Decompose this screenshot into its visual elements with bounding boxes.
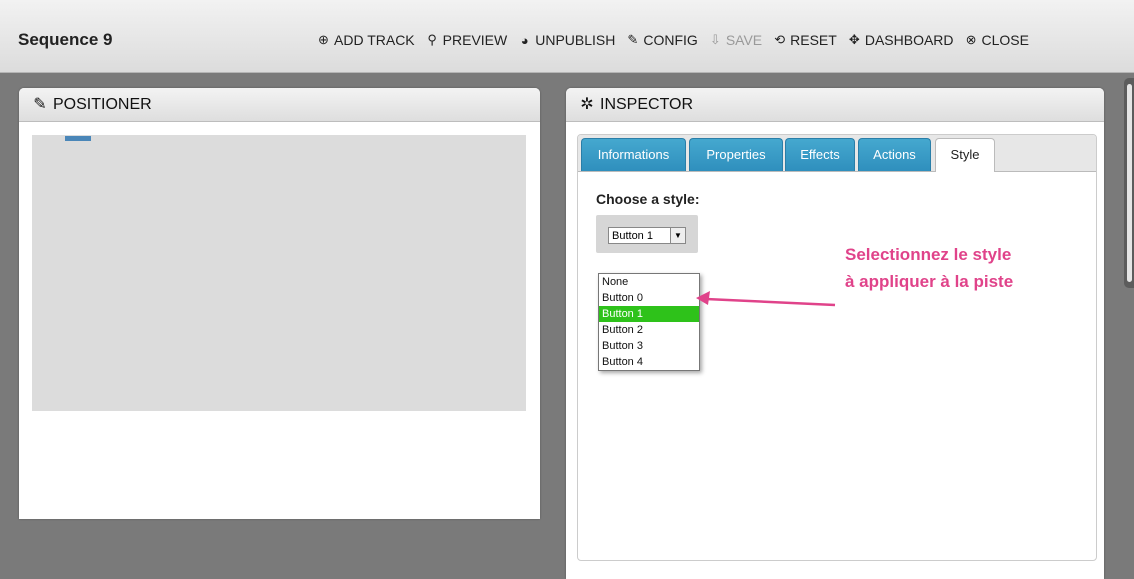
add-track-button[interactable]: ⊕ ADD TRACK xyxy=(316,32,415,48)
style-option[interactable]: Button 1 xyxy=(599,306,699,322)
reset-label: RESET xyxy=(790,32,837,48)
close-button[interactable]: ⊗ CLOSE xyxy=(964,32,1029,48)
gear-icon: ✲ xyxy=(580,96,594,113)
tab-effects[interactable]: Effects xyxy=(785,138,855,171)
preview-label: PREVIEW xyxy=(442,32,508,48)
top-toolbar: Sequence 9 ⊕ ADD TRACK ⚲ PREVIEW ◕ UNPUBLISH ✎… xyxy=(0,0,1134,73)
style-select[interactable]: Button 1 ▼ xyxy=(608,227,686,244)
close-label: CLOSE xyxy=(981,32,1029,48)
dashboard-label: DASHBOARD xyxy=(864,32,954,48)
unpublish-button[interactable]: ◕ UNPUBLISH xyxy=(517,32,616,48)
inspector-panel: ✲ INSPECTOR Informations Properties Effec… xyxy=(566,88,1104,579)
plus-circle-icon: ⊕ xyxy=(318,32,329,47)
style-option[interactable]: Button 2 xyxy=(599,322,699,338)
annotation-line-2: à appliquer à la piste xyxy=(845,272,1014,291)
inspector-header: ✲ INSPECTOR xyxy=(566,88,1104,122)
inspector-content: Informations Properties Effects Actions … xyxy=(577,134,1097,561)
annotation-text: Selectionnez le style à appliquer à la p… xyxy=(845,241,1065,295)
close-circle-icon: ⊗ xyxy=(965,32,977,47)
save-icon: ⇩ xyxy=(709,32,721,47)
wrench-icon: ✎ xyxy=(627,32,639,47)
style-option[interactable]: Button 3 xyxy=(599,338,699,354)
style-dropdown-list: None Button 0 Button 1 Button 2 Button 3 Butt… xyxy=(598,273,700,371)
search-icon: ⚲ xyxy=(427,32,437,47)
positioner-title: POSITIONER xyxy=(53,96,152,113)
inspector-tabs: Informations Properties Effects Actions … xyxy=(578,135,1096,172)
tab-informations[interactable]: Informations xyxy=(581,138,686,171)
save-label: SAVE xyxy=(725,32,763,48)
style-option[interactable]: Button 4 xyxy=(599,354,699,370)
reset-icon: ⟲ xyxy=(774,32,786,47)
preview-button[interactable]: ⚲ PREVIEW xyxy=(425,32,508,48)
chevron-down-icon[interactable]: ▼ xyxy=(670,228,685,243)
sequence-title: Sequence 9 xyxy=(18,30,113,49)
positioner-panel: ✎ POSITIONER xyxy=(19,88,540,519)
style-select-wrapper: Button 1 ▼ xyxy=(596,215,698,253)
choose-style-label: Choose a style: xyxy=(596,191,700,207)
tab-properties[interactable]: Properties xyxy=(689,138,783,171)
dashboard-button[interactable]: ✥ DASHBOARD xyxy=(847,32,954,48)
dashboard-icon: ✥ xyxy=(848,32,860,47)
style-area: Choose a style: Button 1 ▼ None Button 0B… xyxy=(596,191,700,371)
style-option[interactable]: Button 0 xyxy=(599,290,699,306)
annotation-arrow xyxy=(696,291,836,307)
unpublish-label: UNPUBLISH xyxy=(535,32,616,48)
action-toolbar: ⊕ ADD TRACK ⚲ PREVIEW ◕ UNPUBLISH ✎ CONFIG ⇩ SAVE… xyxy=(316,32,1039,48)
globe-icon: ◕ xyxy=(520,32,529,48)
tab-style[interactable]: Style xyxy=(935,138,995,172)
inspector-title: INSPECTOR xyxy=(600,96,694,113)
style-option[interactable]: None xyxy=(599,274,699,290)
track-marker[interactable] xyxy=(65,136,91,141)
style-select-value: Button 1 xyxy=(612,230,653,242)
reset-button[interactable]: ⟲ RESET xyxy=(772,32,837,48)
tab-actions[interactable]: Actions xyxy=(858,138,931,171)
config-label: CONFIG xyxy=(643,32,698,48)
scrollbar[interactable] xyxy=(1124,78,1134,288)
annotation-line-1: Selectionnez le style xyxy=(845,245,1012,264)
save-button[interactable]: ⇩ SAVE xyxy=(708,32,762,48)
add-track-label: ADD TRACK xyxy=(334,32,415,48)
pencil-icon: ✎ xyxy=(33,96,47,113)
positioner-header: ✎ POSITIONER xyxy=(19,88,540,122)
config-button[interactable]: ✎ CONFIG xyxy=(625,32,697,48)
positioner-canvas[interactable] xyxy=(32,135,526,411)
